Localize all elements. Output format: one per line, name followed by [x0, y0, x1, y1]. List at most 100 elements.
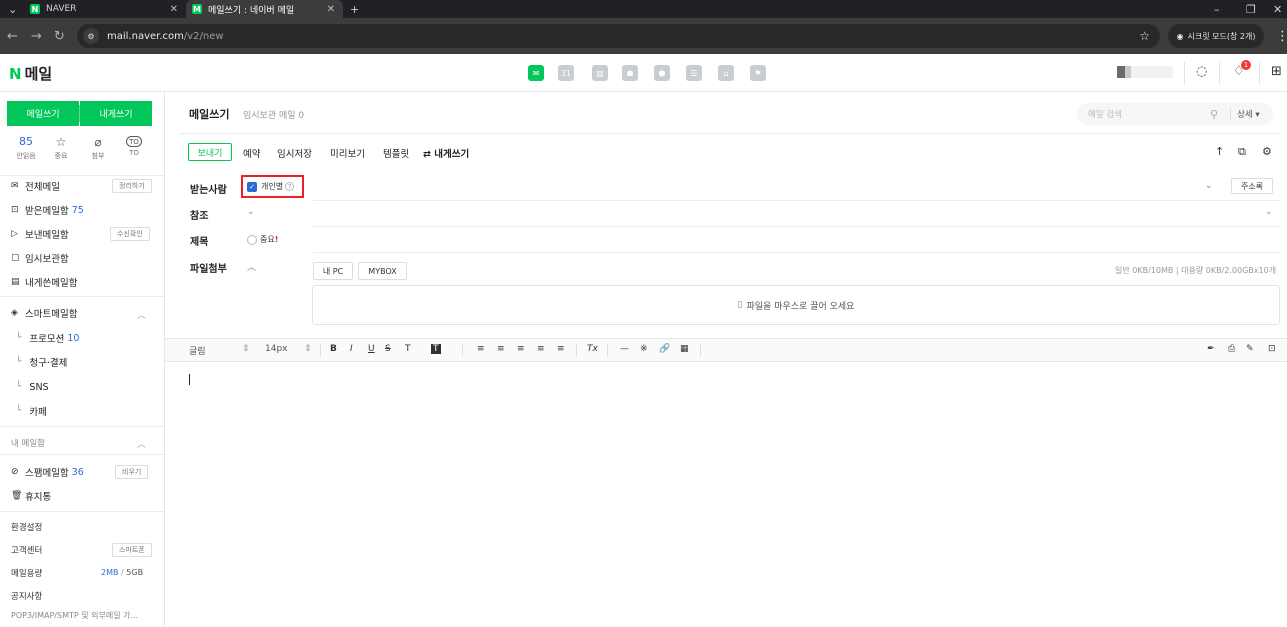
reload-icon[interactable]: ↻ — [54, 18, 65, 54]
mybox-button[interactable]: MYBOX — [358, 262, 407, 280]
sidebar-item-sns[interactable]: └ SNS — [16, 379, 49, 395]
incognito-badge[interactable]: ◉ 시크릿 모드(창 2개) — [1168, 24, 1264, 48]
mail-service-icon[interactable]: ✉ — [528, 65, 544, 81]
individual-option[interactable]: ✓ 개인별 ? — [241, 175, 304, 198]
popout-icon[interactable]: ⧉ — [1238, 145, 1246, 159]
pop3-link[interactable]: POP3/IMAP/SMTP 및 외부메일 가... — [11, 610, 138, 621]
url-field[interactable]: ⚙ mail.naver.com/v2/new ☆ — [77, 24, 1160, 48]
empty-spam-button[interactable]: 비우기 — [115, 465, 149, 479]
support-link[interactable]: 고객센터 — [11, 544, 42, 556]
calendar-service-icon[interactable]: 31 — [558, 65, 574, 81]
home-service-icon[interactable]: ⌂ — [718, 65, 734, 81]
text-color-button[interactable]: T — [405, 344, 411, 354]
switch-self-mail-button[interactable]: ⇄ 내게쓰기 — [423, 146, 469, 160]
sidebar-item-trash[interactable]: 🗑 휴지통 — [11, 488, 51, 504]
subject-field-line[interactable] — [313, 252, 1280, 253]
arrow-up-icon[interactable]: ↑ — [1215, 145, 1224, 158]
cc-field-line[interactable] — [313, 226, 1280, 227]
preview-button[interactable]: 미리보기 — [330, 146, 365, 160]
my-box-header[interactable]: 내 메일함 — [11, 437, 45, 449]
sidebar-item-self[interactable]: ▤ 내게쓴메일함 — [11, 274, 77, 290]
mybox-service-icon[interactable]: ⬢ — [654, 65, 670, 81]
minimize-icon[interactable]: – — [1214, 0, 1220, 18]
link-button[interactable]: 🔗 — [659, 344, 670, 354]
font-size-select[interactable]: 14px — [265, 344, 288, 354]
apps-grid-icon[interactable]: ⊞ — [1271, 64, 1282, 79]
forward-icon[interactable]: → — [31, 18, 42, 54]
translate-icon[interactable]: ⎙ — [1228, 344, 1235, 354]
horizontal-line-button[interactable]: — — [620, 344, 629, 354]
sidebar-item-promotion[interactable]: └ 프로모션 10 — [16, 330, 79, 346]
table-button[interactable]: ▦ — [680, 344, 689, 354]
align-button[interactable]: ≡ — [477, 344, 485, 354]
sidebar-item-billing[interactable]: └ 청구·결제 — [16, 354, 67, 370]
help-icon[interactable]: ? — [285, 182, 295, 191]
to-field-line[interactable] — [313, 200, 1280, 201]
restore-icon[interactable]: ❐ — [1246, 0, 1256, 18]
bold-button[interactable]: B — [330, 344, 337, 354]
font-select[interactable]: 글림 — [189, 344, 206, 357]
bg-color-button[interactable]: T — [431, 344, 441, 354]
edit-mode-icon[interactable]: ✎ — [1246, 344, 1254, 354]
important-shortcut[interactable]: ☆ 중요 — [46, 135, 76, 161]
bookmark-service-icon[interactable]: ⚑ — [750, 65, 766, 81]
drafts-info[interactable]: 임시보관 메일 0 — [243, 108, 304, 121]
font-select-arrow-icon[interactable]: ⇕ — [242, 344, 250, 354]
line-height-button[interactable]: ≡ — [557, 344, 565, 354]
number-list-button[interactable]: ≡ — [517, 344, 525, 354]
my-pc-button[interactable]: 내 PC — [313, 262, 353, 280]
collapse-icon[interactable]: ︿ — [137, 437, 146, 450]
schedule-button[interactable]: 예약 — [243, 146, 260, 160]
spellcheck-icon[interactable]: ✒ — [1207, 344, 1215, 354]
photo-service-icon[interactable]: ▨ — [592, 65, 608, 81]
talk-icon[interactable]: ◌ — [1196, 64, 1207, 79]
chevron-up-icon[interactable]: ︿ — [247, 260, 256, 273]
clear-format-button[interactable]: Tx — [587, 344, 598, 354]
smartphone-button[interactable]: 스마트폰 — [112, 543, 152, 557]
close-tab-icon[interactable]: ✕ — [327, 4, 335, 15]
sidebar-item-drafts[interactable]: ▢ 임시보관함 — [11, 250, 69, 266]
mail-logo[interactable]: N 메일 — [9, 63, 52, 84]
search-detail-button[interactable]: 상세 ▾ — [1230, 108, 1260, 120]
tab-compose[interactable]: M 메일쓰기 : 네이버 메일 ✕ — [186, 0, 343, 18]
settings-link[interactable]: 환경설정 — [11, 521, 42, 533]
sidebar-item-sent[interactable]: ▷ 보낸메일함 — [11, 226, 69, 242]
italic-button[interactable]: I — [350, 344, 353, 354]
memo-service-icon[interactable]: ☰ — [686, 65, 702, 81]
receipt-button[interactable]: 수신확인 — [110, 227, 150, 241]
addressbook-button[interactable]: 주소록 — [1231, 178, 1273, 194]
chevron-down-icon[interactable]: ⌄ — [1265, 207, 1273, 217]
important-checkbox[interactable] — [247, 235, 257, 245]
chevron-down-icon[interactable]: ⌄ — [247, 207, 255, 217]
checkbox-checked-icon[interactable]: ✓ — [247, 181, 257, 192]
html-mode-icon[interactable]: ⊡ — [1268, 344, 1276, 354]
close-window-icon[interactable]: ✕ — [1273, 0, 1282, 18]
save-draft-button[interactable]: 임시저장 — [277, 146, 312, 160]
strikethrough-button[interactable]: S — [385, 344, 391, 354]
new-tab-button[interactable]: + — [350, 0, 359, 18]
site-info-icon[interactable]: ⚙ — [83, 28, 99, 44]
bullet-list-button[interactable]: ≡ — [497, 344, 505, 354]
underline-button[interactable]: U — [368, 344, 375, 354]
search-icon[interactable]: ⚲ — [1210, 108, 1218, 121]
unread-shortcut[interactable]: 85 안읽음 — [11, 135, 41, 161]
gear-icon[interactable]: ⚙ — [1262, 145, 1272, 158]
menu-kebab-icon[interactable]: ⋮ — [1276, 18, 1287, 54]
search-input[interactable]: 메일 검색 — [1088, 108, 1206, 120]
sidebar-item-all-mail[interactable]: ✉ 전체메일 — [11, 178, 60, 194]
tab-search-icon[interactable]: ⌄ — [8, 0, 17, 18]
notice-link[interactable]: 공지사항 — [11, 590, 42, 602]
tab-naver[interactable]: N NAVER ✕ — [24, 0, 186, 18]
to-me-shortcut[interactable]: TO TO — [119, 135, 149, 157]
font-size-arrow-icon[interactable]: ⇕ — [304, 344, 312, 354]
compose-button[interactable]: 메일쓰기 — [7, 101, 79, 126]
special-char-button[interactable]: ※ — [640, 344, 648, 354]
sidebar-item-spam[interactable]: ⊘ 스팸메일함 36 — [11, 464, 84, 480]
close-tab-icon[interactable]: ✕ — [170, 4, 178, 15]
file-dropzone[interactable]: ▯ 파일을 마우스로 끌어 오세요 — [312, 285, 1280, 325]
contacts-service-icon[interactable]: ☗ — [622, 65, 638, 81]
organize-button[interactable]: 정리하기 — [112, 179, 152, 193]
sidebar-item-inbox[interactable]: ⊡ 받은메일함 75 — [11, 202, 84, 218]
sidebar-item-cafe[interactable]: └ 카페 — [16, 403, 47, 419]
collapse-icon[interactable]: ︿ — [137, 308, 146, 321]
